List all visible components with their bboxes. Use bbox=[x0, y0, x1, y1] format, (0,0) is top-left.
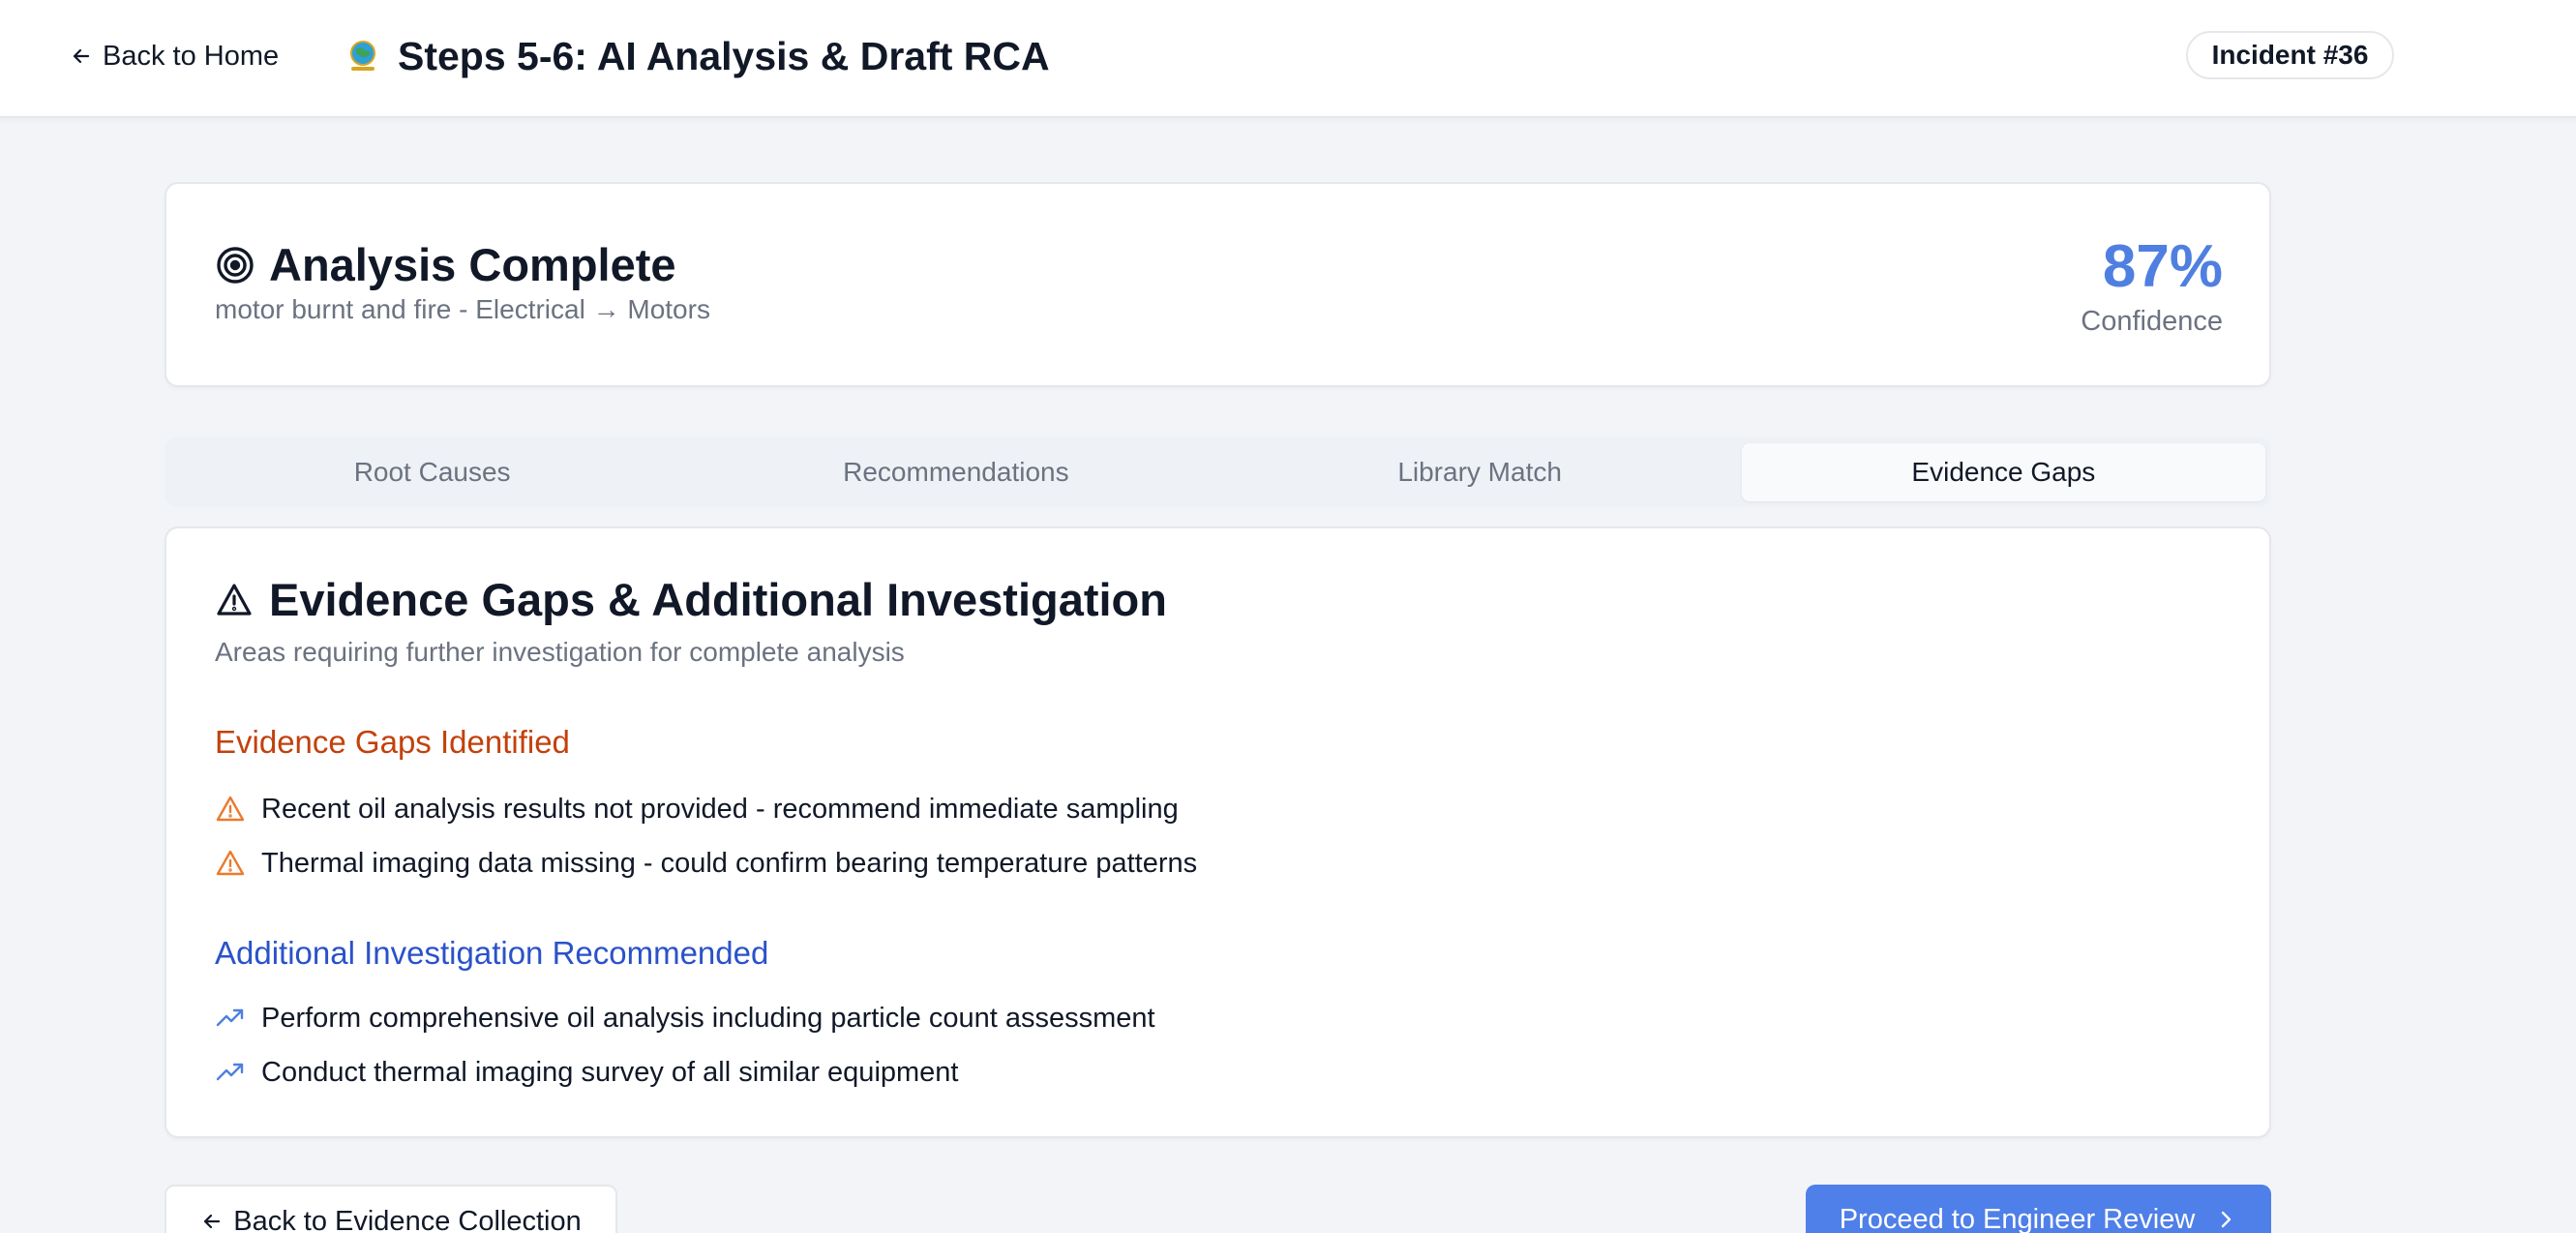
tab-evidence-gaps[interactable]: Evidence Gaps bbox=[1741, 443, 2265, 501]
proceed-label: Proceed to Engineer Review bbox=[1839, 1204, 2196, 1233]
summary-subtitle: motor burnt and fire - Electrical → Moto… bbox=[215, 294, 710, 324]
target-icon bbox=[217, 246, 254, 284]
investigation-heading: Additional Investigation Recommended bbox=[215, 935, 769, 971]
arrow-left-icon bbox=[73, 48, 90, 64]
proceed-to-review-button[interactable]: Proceed to Engineer Review bbox=[1806, 1185, 2271, 1233]
warning-icon bbox=[216, 796, 245, 822]
list-item: Conduct thermal imaging survey of all si… bbox=[215, 1053, 958, 1092]
back-to-home-label: Back to Home bbox=[103, 40, 280, 72]
back-to-evidence-button[interactable]: Back to Evidence Collection bbox=[165, 1185, 617, 1233]
confidence-label: Confidence bbox=[2081, 306, 2223, 337]
evidence-subtitle: Areas requiring further investigation fo… bbox=[215, 637, 905, 667]
list-item: Recent oil analysis results not provided… bbox=[215, 790, 1179, 828]
gap-text: Recent oil analysis results not provided… bbox=[261, 793, 1179, 825]
evidence-heading: Evidence Gaps & Additional Investigation bbox=[215, 573, 1167, 626]
chevron-right-icon bbox=[2222, 1211, 2232, 1228]
incident-badge: Incident #36 bbox=[2186, 31, 2394, 79]
gap-text: Thermal imaging data missing - could con… bbox=[261, 847, 1198, 879]
trending-up-icon bbox=[216, 1063, 244, 1081]
warning-triangle-icon bbox=[217, 583, 252, 616]
trending-up-icon bbox=[216, 1008, 244, 1027]
confidence-value: 87% bbox=[2102, 233, 2223, 300]
evidence-title: Evidence Gaps & Additional Investigation bbox=[269, 574, 1167, 625]
gaps-identified-heading: Evidence Gaps Identified bbox=[215, 724, 570, 760]
page-title: Steps 5-6: AI Analysis & Draft RCA bbox=[398, 33, 1050, 78]
back-to-home-link[interactable]: Back to Home bbox=[70, 35, 279, 77]
top-header: Back to Home Steps 5-6: AI Analysis & Dr… bbox=[0, 0, 2576, 118]
list-item: Thermal imaging data missing - could con… bbox=[215, 844, 1197, 883]
tab-library-match[interactable]: Library Match bbox=[1218, 443, 1742, 501]
evidence-gaps-card: Evidence Gaps & Additional Investigation… bbox=[165, 526, 2271, 1138]
tab-root-causes[interactable]: Root Causes bbox=[170, 443, 694, 501]
globe-logo-icon bbox=[350, 41, 375, 71]
investigation-text: Conduct thermal imaging survey of all si… bbox=[261, 1056, 959, 1088]
warning-icon bbox=[216, 850, 245, 876]
analysis-tabs: Root Causes Recommendations Library Matc… bbox=[165, 437, 2271, 507]
list-item: Perform comprehensive oil analysis inclu… bbox=[215, 999, 1155, 1038]
summary-title: Analysis Complete bbox=[269, 239, 676, 290]
arrow-left-icon bbox=[204, 1214, 221, 1229]
tab-recommendations[interactable]: Recommendations bbox=[694, 443, 1217, 501]
analysis-summary-card: Analysis Complete motor burnt and fire -… bbox=[165, 182, 2271, 387]
investigation-text: Perform comprehensive oil analysis inclu… bbox=[261, 1002, 1155, 1034]
back-to-evidence-label: Back to Evidence Collection bbox=[233, 1206, 582, 1233]
summary-heading: Analysis Complete bbox=[215, 238, 676, 291]
